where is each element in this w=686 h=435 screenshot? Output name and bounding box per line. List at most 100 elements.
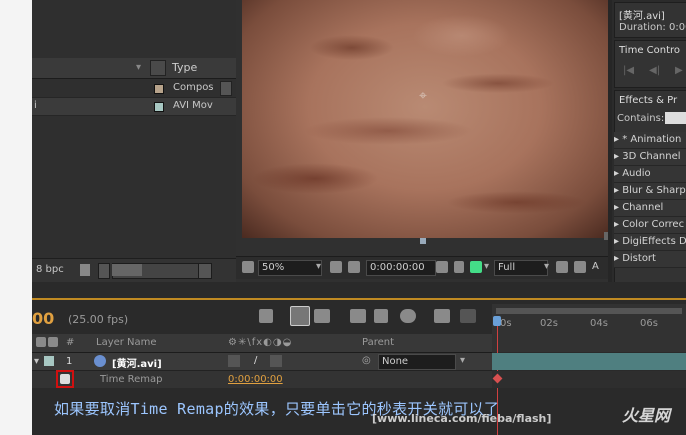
draft-3d-icon[interactable] [314,309,330,323]
viewer-toolbar: 50% ▾ 0:00:00:00 ▾ Full ▾ A [236,256,608,279]
zoom-select[interactable]: 50% [258,260,322,276]
effect-switch[interactable] [270,355,282,367]
active-camera-label[interactable]: A [592,261,599,272]
item-name: i [34,100,37,111]
monitor-icon[interactable] [242,261,254,273]
scroll-right-icon[interactable] [198,263,212,279]
contains-label: Contains: [617,113,665,124]
bpc-button[interactable]: 8 bpc [36,264,64,275]
list-item[interactable]: i AVI Mov [32,98,236,116]
work-area-bar[interactable] [496,308,682,314]
transparency-grid-icon[interactable] [574,261,586,273]
label-swatch[interactable] [154,84,164,94]
pick-whip-icon[interactable]: ◎ [362,355,371,366]
prev-frame-icon[interactable]: ◀| [649,65,660,76]
timeline-accent-bar [32,298,686,300]
motion-blur-icon[interactable] [400,309,416,323]
resolution-select[interactable]: Full [494,260,548,276]
composition-mini-flowchart-icon[interactable] [259,309,273,323]
grid-icon[interactable] [330,261,342,273]
ruler-label: 0s [500,318,512,329]
region-icon[interactable] [556,261,568,273]
property-row: Time Remap 0:00:00:00 [32,370,492,388]
tag-icon[interactable] [150,60,166,76]
resize-handle[interactable] [604,232,608,240]
footage-image[interactable]: ⌖ [242,0,608,238]
ruler-label: 06s [640,318,658,329]
layer-column-header: # Layer Name ⚙✳\fx◐◑◒ Parent [32,334,492,353]
first-frame-icon[interactable]: |◀ [623,65,634,76]
effect-label: 3D Channel [622,151,681,162]
panel-title[interactable]: Effects & Pr [619,95,677,106]
footage-icon [94,355,106,367]
hide-shy-layers-icon[interactable] [350,309,366,323]
stopwatch-icon[interactable] [60,374,70,384]
trash-icon[interactable] [80,264,90,276]
search-input[interactable] [665,112,686,124]
effect-category[interactable]: ▸ Distort [614,251,686,268]
time-ruler[interactable]: 0s 02s 04s 06s [492,304,686,352]
effect-label: Blur & Sharp [622,185,686,196]
color-channels-icon[interactable] [470,261,482,273]
parent-col-header[interactable]: Parent [362,337,394,348]
expand-triangle-icon[interactable]: ▾ [34,356,39,367]
current-time-display[interactable]: 00 [32,309,54,328]
chevron-down-icon[interactable]: ▾ [460,355,465,366]
site-logo: 火星网 [622,406,671,425]
mask-icon[interactable] [348,261,360,273]
ruler-label: 04s [590,318,608,329]
playhead[interactable] [493,316,501,326]
ruler-label: 02s [540,318,558,329]
effect-category[interactable]: ▸ Blur & Sharp [614,183,686,200]
watermark: [www.lineca.com/fieba/flash] [372,412,552,425]
project-header: ▾ Type [32,58,236,79]
resize-handle[interactable] [420,238,426,244]
layer-color-label[interactable] [44,356,54,366]
label-swatch[interactable] [154,102,164,112]
frame-blending-icon[interactable] [374,309,388,323]
effect-label: DigiEffects D [622,236,686,247]
type-column-header[interactable]: Type [172,61,197,74]
parent-select[interactable]: None [378,354,456,370]
crosshair-icon: ⌖ [419,88,427,104]
duration-text: Duration: 0:00 [619,22,686,33]
project-footer: 8 bpc [32,258,236,283]
effect-label: Distort [622,253,656,264]
graph-editor-icon[interactable] [460,309,476,323]
layer-row[interactable]: ▾ 1 [黄河.avi] / ◎ None ▾ [32,353,492,371]
shy-switch[interactable] [228,355,240,367]
quality-switch[interactable]: / [254,355,257,366]
switches-col-header[interactable]: ⚙✳\fx◐◑◒ [228,337,292,348]
scroll-left-icon[interactable] [98,263,110,279]
effect-category[interactable]: ▸ Channel [614,200,686,217]
label-col-header[interactable]: # [66,337,74,348]
list-item[interactable]: Compos [32,80,236,98]
camera-icon[interactable] [436,261,448,273]
effect-category[interactable]: ▸ 3D Channel [614,149,686,166]
timecode-field[interactable]: 0:00:00:00 [366,260,436,276]
keyframe[interactable] [492,373,503,384]
layer-name[interactable]: [黄河.avi] [112,355,162,370]
property-value[interactable]: 0:00:00:00 [228,374,283,385]
chevron-down-icon[interactable]: ▾ [136,62,141,73]
scroll-thumb[interactable] [112,264,142,276]
live-update-icon[interactable] [290,306,310,326]
effect-category[interactable]: ▸ Color Correc [614,217,686,234]
scrollbar-up[interactable] [220,81,232,96]
person-icon[interactable] [454,261,464,273]
chevron-down-icon[interactable]: ▾ [544,261,549,272]
panel-title[interactable]: Time Contro [619,45,680,56]
lock-icon[interactable] [48,337,58,347]
brainstorm-icon[interactable] [434,309,450,323]
layer-duration-bar[interactable] [492,353,686,370]
eye-icon[interactable] [36,337,46,347]
effect-label: Channel [622,202,664,213]
chevron-down-icon[interactable]: ▾ [484,261,489,272]
effect-category[interactable]: ▸ Audio [614,166,686,183]
chevron-down-icon[interactable]: ▾ [316,261,321,272]
play-icon[interactable]: ▶ [675,65,683,76]
effect-category[interactable]: ▸ * Animation [614,132,686,149]
fps-label: (25.00 fps) [68,313,129,326]
effect-category[interactable]: ▸ DigiEffects D [614,234,686,251]
layer-name-col-header[interactable]: Layer Name [96,337,157,348]
